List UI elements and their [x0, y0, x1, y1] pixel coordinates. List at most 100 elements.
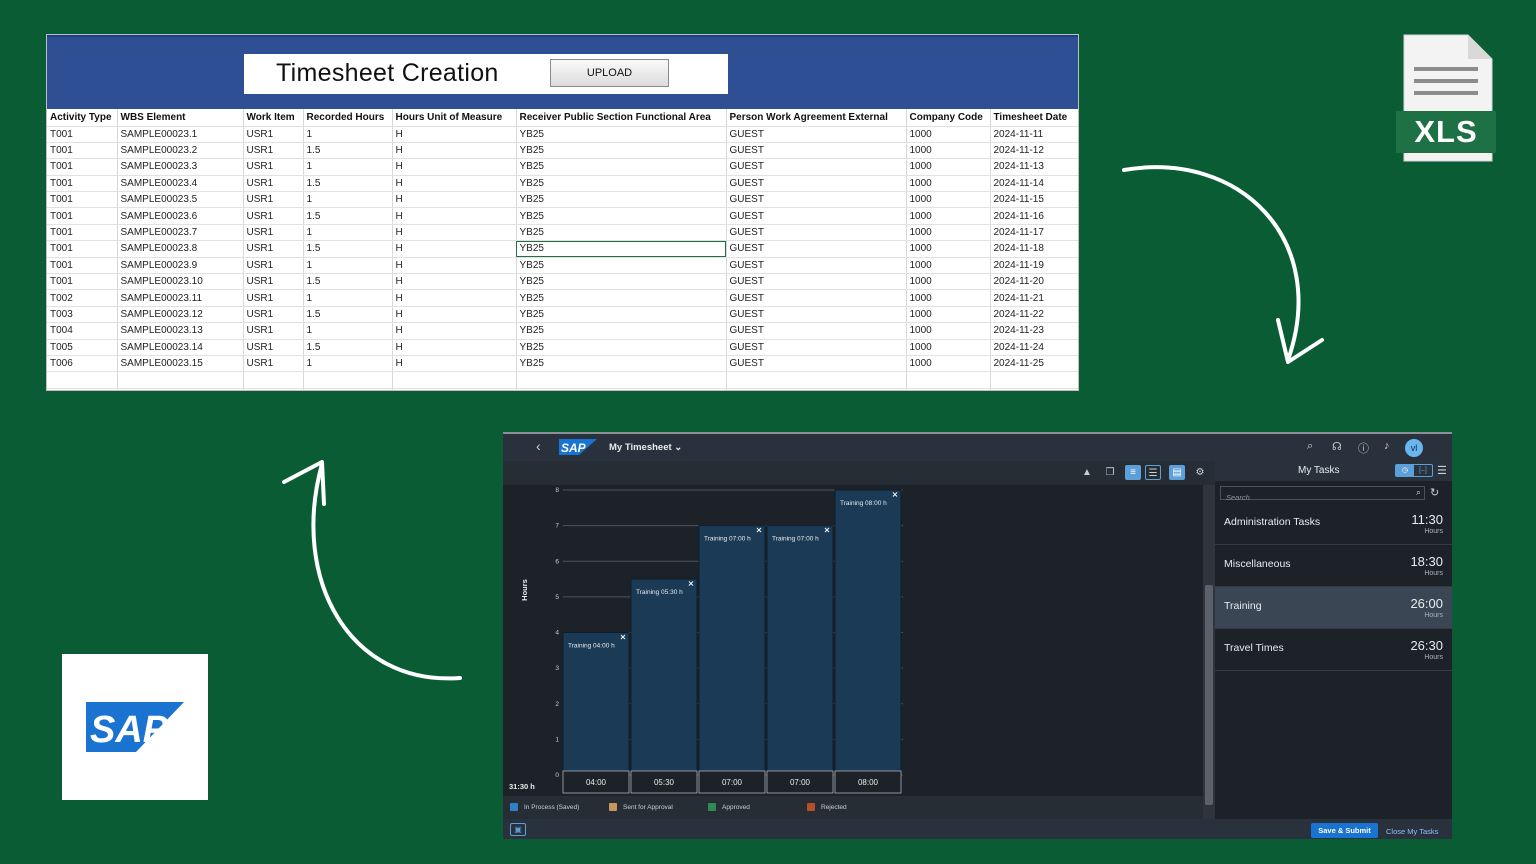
table-cell[interactable]: 1 — [303, 289, 393, 307]
gear-icon[interactable]: ⚙ — [1192, 465, 1208, 480]
table-cell[interactable]: SAMPLE00023.4 — [117, 175, 244, 193]
message-icon[interactable]: ▣ — [510, 823, 526, 836]
chart-bar[interactable] — [562, 632, 630, 776]
table-cell[interactable]: SAMPLE00023.13 — [117, 322, 244, 340]
empty-cell[interactable] — [516, 371, 727, 389]
table-cell[interactable]: H — [392, 289, 517, 307]
table-cell[interactable]: 2024-11-21 — [990, 289, 1078, 307]
table-cell[interactable]: USR1 — [243, 339, 304, 356]
chart-scrollbar[interactable] — [1203, 485, 1215, 819]
table-cell[interactable]: H — [392, 322, 517, 340]
table-cell[interactable]: SAMPLE00023.2 — [117, 142, 244, 160]
table-cell[interactable]: 2024-11-14 — [990, 175, 1078, 193]
table-cell[interactable]: YB25 — [516, 158, 727, 176]
table-cell[interactable]: 1.5 — [303, 273, 393, 291]
empty-cell[interactable] — [906, 388, 991, 390]
table-cell[interactable]: T003 — [47, 306, 118, 324]
table-cell[interactable]: T006 — [47, 355, 118, 373]
table-cell[interactable]: YB25 — [516, 322, 727, 340]
upload-button[interactable]: UPLOAD — [550, 59, 669, 87]
table-cell[interactable]: GUEST — [726, 289, 907, 307]
table-cell[interactable]: H — [392, 339, 517, 356]
table-cell[interactable]: 1 — [303, 224, 393, 242]
table-cell[interactable]: YB25 — [516, 224, 727, 242]
table-cell[interactable]: YB25 — [516, 142, 727, 160]
search-icon[interactable]: ⌕ — [1307, 440, 1313, 453]
table-cell[interactable]: USR1 — [243, 273, 304, 291]
column-header[interactable]: Activity Type — [47, 109, 118, 127]
table-cell[interactable]: YB25 — [516, 175, 727, 193]
table-cell[interactable]: 1.5 — [303, 240, 393, 258]
table-cell[interactable]: 2024-11-16 — [990, 207, 1078, 225]
column-header[interactable]: Timesheet Date — [990, 109, 1078, 127]
table-cell[interactable]: 1.5 — [303, 306, 393, 324]
table-cell[interactable]: T001 — [47, 207, 118, 225]
table-cell[interactable]: SAMPLE00023.11 — [117, 289, 244, 307]
table-cell[interactable]: 1000 — [906, 175, 991, 193]
table-cell[interactable]: T001 — [47, 240, 118, 258]
table-cell[interactable]: H — [392, 224, 517, 242]
save-submit-button[interactable]: Save & Submit — [1311, 823, 1378, 838]
refresh-icon[interactable]: ↻ — [1430, 486, 1439, 499]
table-cell[interactable]: SAMPLE00023.7 — [117, 224, 244, 242]
table-cell[interactable]: GUEST — [726, 257, 907, 275]
table-cell[interactable]: GUEST — [726, 158, 907, 176]
table-cell[interactable]: SAMPLE00023.15 — [117, 355, 244, 373]
task-item[interactable]: Administration Tasks 11:30 Hours — [1215, 503, 1452, 545]
table-cell[interactable]: 1000 — [906, 240, 991, 258]
table-cell[interactable]: T001 — [47, 273, 118, 291]
close-icon[interactable]: × — [756, 526, 763, 535]
empty-cell[interactable] — [117, 371, 244, 389]
table-cell[interactable]: H — [392, 355, 517, 373]
table-cell[interactable]: YB25 — [516, 257, 727, 275]
table-cell[interactable]: SAMPLE00023.1 — [117, 126, 244, 143]
table-cell[interactable]: 2024-11-20 — [990, 273, 1078, 291]
table-cell[interactable]: USR1 — [243, 191, 304, 209]
bell-icon[interactable]: ♪ — [1384, 440, 1390, 452]
task-item[interactable]: Miscellaneous 18:30 Hours — [1215, 545, 1452, 587]
table-cell[interactable]: 1.5 — [303, 142, 393, 160]
table-cell[interactable]: 1 — [303, 322, 393, 340]
table-cell[interactable]: H — [392, 257, 517, 275]
calendar-view-icon[interactable]: ▤ — [1169, 465, 1185, 480]
table-cell[interactable]: GUEST — [726, 207, 907, 225]
table-cell[interactable]: 2024-11-19 — [990, 257, 1078, 275]
table-cell[interactable]: 1000 — [906, 224, 991, 242]
table-cell[interactable]: 1000 — [906, 306, 991, 324]
column-header[interactable]: Work Item — [243, 109, 304, 127]
table-cell[interactable]: H — [392, 158, 517, 176]
table-cell[interactable]: YB25 — [516, 240, 727, 258]
table-cell[interactable]: USR1 — [243, 289, 304, 307]
table-cell[interactable]: GUEST — [726, 306, 907, 324]
table-cell[interactable]: 1.5 — [303, 339, 393, 356]
list-view-icon[interactable]: ☰ — [1145, 465, 1161, 480]
table-cell[interactable]: YB25 — [516, 339, 727, 356]
table-cell[interactable]: T001 — [47, 191, 118, 209]
table-cell[interactable]: 2024-11-22 — [990, 306, 1078, 324]
column-header[interactable]: Recorded Hours — [303, 109, 393, 127]
empty-cell[interactable] — [906, 371, 991, 389]
table-cell[interactable]: SAMPLE00023.5 — [117, 191, 244, 209]
chart-bar[interactable] — [766, 525, 834, 776]
task-item[interactable]: Travel Times 26:30 Hours — [1215, 629, 1452, 671]
table-cell[interactable]: 1 — [303, 158, 393, 176]
table-cell[interactable]: H — [392, 191, 517, 209]
menu-icon[interactable]: ☰ — [1437, 464, 1447, 477]
table-cell[interactable]: 2024-11-25 — [990, 355, 1078, 373]
table-cell[interactable]: YB25 — [516, 306, 727, 324]
table-cell[interactable]: 1.5 — [303, 175, 393, 193]
table-cell[interactable]: SAMPLE00023.14 — [117, 339, 244, 356]
table-cell[interactable]: 1000 — [906, 339, 991, 356]
table-cell[interactable]: SAMPLE00023.3 — [117, 158, 244, 176]
table-cell[interactable]: T001 — [47, 126, 118, 143]
back-icon[interactable]: ‹ — [536, 438, 541, 454]
empty-cell[interactable] — [47, 388, 118, 390]
table-cell[interactable]: 2024-11-15 — [990, 191, 1078, 209]
table-cell[interactable]: USR1 — [243, 158, 304, 176]
scroll-thumb[interactable] — [1205, 585, 1213, 805]
empty-cell[interactable] — [117, 388, 244, 390]
table-cell[interactable]: GUEST — [726, 322, 907, 340]
table-cell[interactable]: 1000 — [906, 142, 991, 160]
table-cell[interactable]: 2024-11-23 — [990, 322, 1078, 340]
empty-cell[interactable] — [243, 371, 304, 389]
